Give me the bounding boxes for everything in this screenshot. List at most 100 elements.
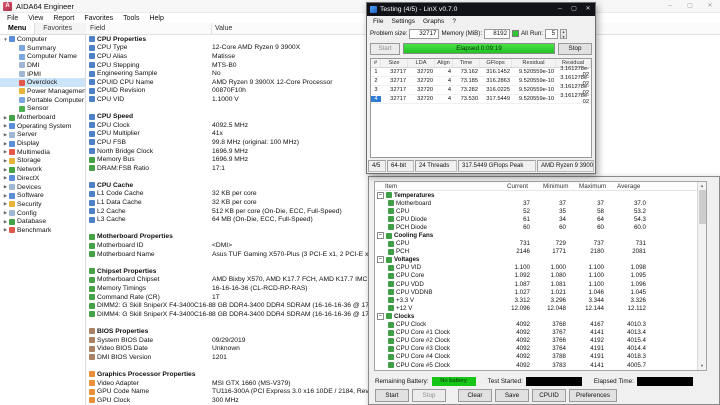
sensor-scrollbar[interactable]: ▲ ▼ bbox=[697, 182, 706, 370]
spinner-down-icon[interactable]: ▼ bbox=[561, 35, 566, 40]
sidebar-item-config[interactable]: ▶ Config bbox=[0, 209, 85, 218]
sensor-row-cpu-core[interactable]: CPU Core 1.092 1.080 1.100 1.095 bbox=[375, 272, 706, 280]
sidebar-item-network[interactable]: ▶ Network bbox=[0, 165, 85, 174]
close-icon[interactable]: ✕ bbox=[581, 3, 595, 16]
sst-start-button[interactable]: Start bbox=[375, 388, 409, 402]
sensor-row-clocks[interactable]: − Clocks bbox=[375, 312, 706, 320]
sensor-col-header-minimum[interactable]: Minimum bbox=[537, 183, 573, 190]
aida64-titlebar[interactable]: A AIDA64 Engineer ─ ▢ ✕ bbox=[0, 0, 720, 13]
tree-expander-icon[interactable]: ▶ bbox=[2, 149, 9, 155]
tree-expander-icon[interactable]: ▶ bbox=[2, 158, 9, 164]
sensor-row-cpu-core-3-clock[interactable]: CPU Core #3 Clock 4092 3764 4191 4014.4 bbox=[375, 345, 706, 353]
sensor-row-12-v[interactable]: +12 V 12.096 12.048 12.144 12.112 bbox=[375, 304, 706, 312]
menu-item-help[interactable]: Help bbox=[144, 15, 168, 22]
sidebar-item-storage[interactable]: ▶ Storage bbox=[0, 157, 85, 166]
sensor-col-header-current[interactable]: Current bbox=[501, 183, 537, 190]
tree-expander-icon[interactable]: ▶ bbox=[2, 115, 9, 121]
close-icon[interactable]: ✕ bbox=[700, 0, 720, 13]
scroll-up-icon[interactable]: ▲ bbox=[700, 182, 704, 190]
sidebar-item-computer-name[interactable]: Computer Name bbox=[0, 52, 85, 61]
sensor-row-cpu-core-4-clock[interactable]: CPU Core #4 Clock 4092 3788 4191 4018.3 bbox=[375, 353, 706, 361]
sensor-row-cpu-core-5-clock[interactable]: CPU Core #5 Clock 4092 3783 4141 4005.7 bbox=[375, 361, 706, 369]
linx-titlebar[interactable]: Testing (4/5) - LinX v0.7.0 ─ ▢ ✕ bbox=[367, 3, 595, 16]
all-checkbox[interactable] bbox=[512, 30, 520, 37]
tree-expander-icon[interactable]: ▶ bbox=[2, 227, 9, 233]
menu-item-view[interactable]: View bbox=[23, 15, 48, 22]
sidebar-item-overclock[interactable]: Overclock bbox=[0, 78, 85, 88]
tree-expander-icon[interactable]: ▶ bbox=[2, 141, 9, 147]
sensor-row-pch[interactable]: PCH 2146 1771 2180 2081 bbox=[375, 248, 706, 256]
sst-save-button[interactable]: Save bbox=[495, 388, 529, 402]
sensor-row-motherboard[interactable]: Motherboard 37 37 37 37.0 bbox=[375, 199, 706, 207]
collapse-icon[interactable]: − bbox=[377, 256, 384, 264]
sensor-col-header-item[interactable]: Item bbox=[375, 183, 501, 190]
sensor-row-voltages[interactable]: − Voltages bbox=[375, 256, 706, 264]
sst-cpuid-button[interactable]: CPUID bbox=[532, 388, 566, 402]
linx-menu-item-[interactable]: ? bbox=[448, 18, 460, 25]
sidebar-item-database[interactable]: ▶ Database bbox=[0, 217, 85, 226]
scrollbar-thumb[interactable] bbox=[698, 190, 706, 224]
sst-clear-button[interactable]: Clear bbox=[458, 388, 492, 402]
minimize-icon[interactable]: ─ bbox=[660, 0, 680, 13]
tree-expander-icon[interactable]: ▶ bbox=[2, 175, 9, 181]
sidebar-item-sensor[interactable]: Sensor bbox=[0, 105, 85, 114]
sidebar-item-multimedia[interactable]: ▶ Multimedia bbox=[0, 148, 85, 157]
memory-input[interactable]: 8192 bbox=[484, 28, 511, 39]
sidebar-item-ipmi[interactable]: IPMI bbox=[0, 70, 85, 79]
tab-menu[interactable]: Menu bbox=[0, 23, 36, 34]
sidebar-item-motherboard[interactable]: ▶ Motherboard bbox=[0, 113, 85, 122]
sidebar-item-operating-system[interactable]: ▶ Operating System bbox=[0, 122, 85, 131]
linx-start-button[interactable]: Start bbox=[370, 42, 400, 55]
sensor-row-cpu[interactable]: CPU 731 729 737 731 bbox=[375, 240, 706, 248]
run-input[interactable]: 5 bbox=[545, 28, 559, 39]
linx-menu-item-file[interactable]: File bbox=[369, 18, 387, 25]
maximize-icon[interactable]: ▢ bbox=[680, 0, 700, 13]
sidebar-item-portable-computer[interactable]: Portable Computer bbox=[0, 96, 85, 105]
tree-expander-icon[interactable]: ▼ bbox=[2, 37, 9, 42]
sidebar-item-devices[interactable]: ▶ Devices bbox=[0, 183, 85, 192]
sensor-row-cpu[interactable]: CPU 52 35 58 53.2 bbox=[375, 207, 706, 215]
sidebar-item-benchmark[interactable]: ▶ Benchmark bbox=[0, 226, 85, 235]
sidebar-item-security[interactable]: ▶ Security bbox=[0, 200, 85, 209]
sensor-col-header-average[interactable]: Average bbox=[611, 183, 653, 190]
menu-item-tools[interactable]: Tools bbox=[118, 15, 144, 22]
sensor-row-3-3-v[interactable]: +3.3 V 3.312 3.296 3.344 3.326 bbox=[375, 296, 706, 304]
sensor-row-cpu-vid[interactable]: CPU VID 1.100 1.000 1.100 1.098 bbox=[375, 264, 706, 272]
sensor-row-cooling-fans[interactable]: − Cooling Fans bbox=[375, 231, 706, 240]
menu-item-favorites[interactable]: Favorites bbox=[79, 15, 118, 22]
scroll-down-icon[interactable]: ▼ bbox=[700, 362, 704, 370]
maximize-icon[interactable]: ▢ bbox=[567, 3, 581, 16]
sidebar-item-software[interactable]: ▶ Software bbox=[0, 191, 85, 200]
tab-favorites[interactable]: Favorites bbox=[35, 23, 80, 34]
minimize-icon[interactable]: ─ bbox=[553, 3, 567, 16]
sensor-row-cpu-vdd[interactable]: CPU VDD 1.087 1.081 1.100 1.096 bbox=[375, 280, 706, 288]
linx-stop-button[interactable]: Stop bbox=[558, 42, 592, 55]
sst-preferences-button[interactable]: Preferences bbox=[569, 388, 617, 402]
sensor-row-cpu-core-1-clock[interactable]: CPU Core #1 Clock 4092 3767 4141 4013.4 bbox=[375, 329, 706, 337]
sidebar-item-display[interactable]: ▶ Display bbox=[0, 139, 85, 148]
sst-stop-button[interactable]: Stop bbox=[412, 388, 446, 402]
sensor-col-header-maximum[interactable]: Maximum bbox=[573, 183, 611, 190]
linx-menu-item-settings[interactable]: Settings bbox=[387, 18, 419, 25]
sensor-row-cpu-core-2-clock[interactable]: CPU Core #2 Clock 4092 3766 4192 4015.4 bbox=[375, 337, 706, 345]
tree-expander-icon[interactable]: ▶ bbox=[2, 201, 9, 207]
sidebar-item-computer[interactable]: ▼ Computer bbox=[0, 35, 85, 44]
collapse-icon[interactable]: − bbox=[377, 191, 384, 199]
tree-expander-icon[interactable]: ▶ bbox=[2, 219, 9, 225]
sidebar-item-power-management[interactable]: Power Management bbox=[0, 87, 85, 96]
menu-item-report[interactable]: Report bbox=[48, 15, 79, 22]
problem-size-input[interactable]: 32717 bbox=[409, 28, 440, 39]
sensor-row-cpu-diode[interactable]: CPU Diode 61 34 64 54.3 bbox=[375, 215, 706, 223]
sidebar-item-summary[interactable]: Summary bbox=[0, 44, 85, 53]
sensor-row-cpu-clock[interactable]: CPU Clock 4092 3768 4167 4010.3 bbox=[375, 321, 706, 329]
collapse-icon[interactable]: − bbox=[377, 312, 384, 320]
run-spinner[interactable]: ▲ ▼ bbox=[560, 28, 568, 40]
sidebar-item-server[interactable]: ▶ Server bbox=[0, 131, 85, 140]
tree-expander-icon[interactable]: ▶ bbox=[2, 167, 9, 173]
menu-item-file[interactable]: File bbox=[2, 15, 23, 22]
sensor-row-temperatures[interactable]: − Temperatures bbox=[375, 191, 706, 199]
sidebar-item-directx[interactable]: ▶ DirectX bbox=[0, 174, 85, 183]
column-header-field[interactable]: Field bbox=[86, 23, 212, 34]
tree-expander-icon[interactable]: ▶ bbox=[2, 123, 9, 129]
linx-menu-item-graphs[interactable]: Graphs bbox=[419, 18, 448, 25]
